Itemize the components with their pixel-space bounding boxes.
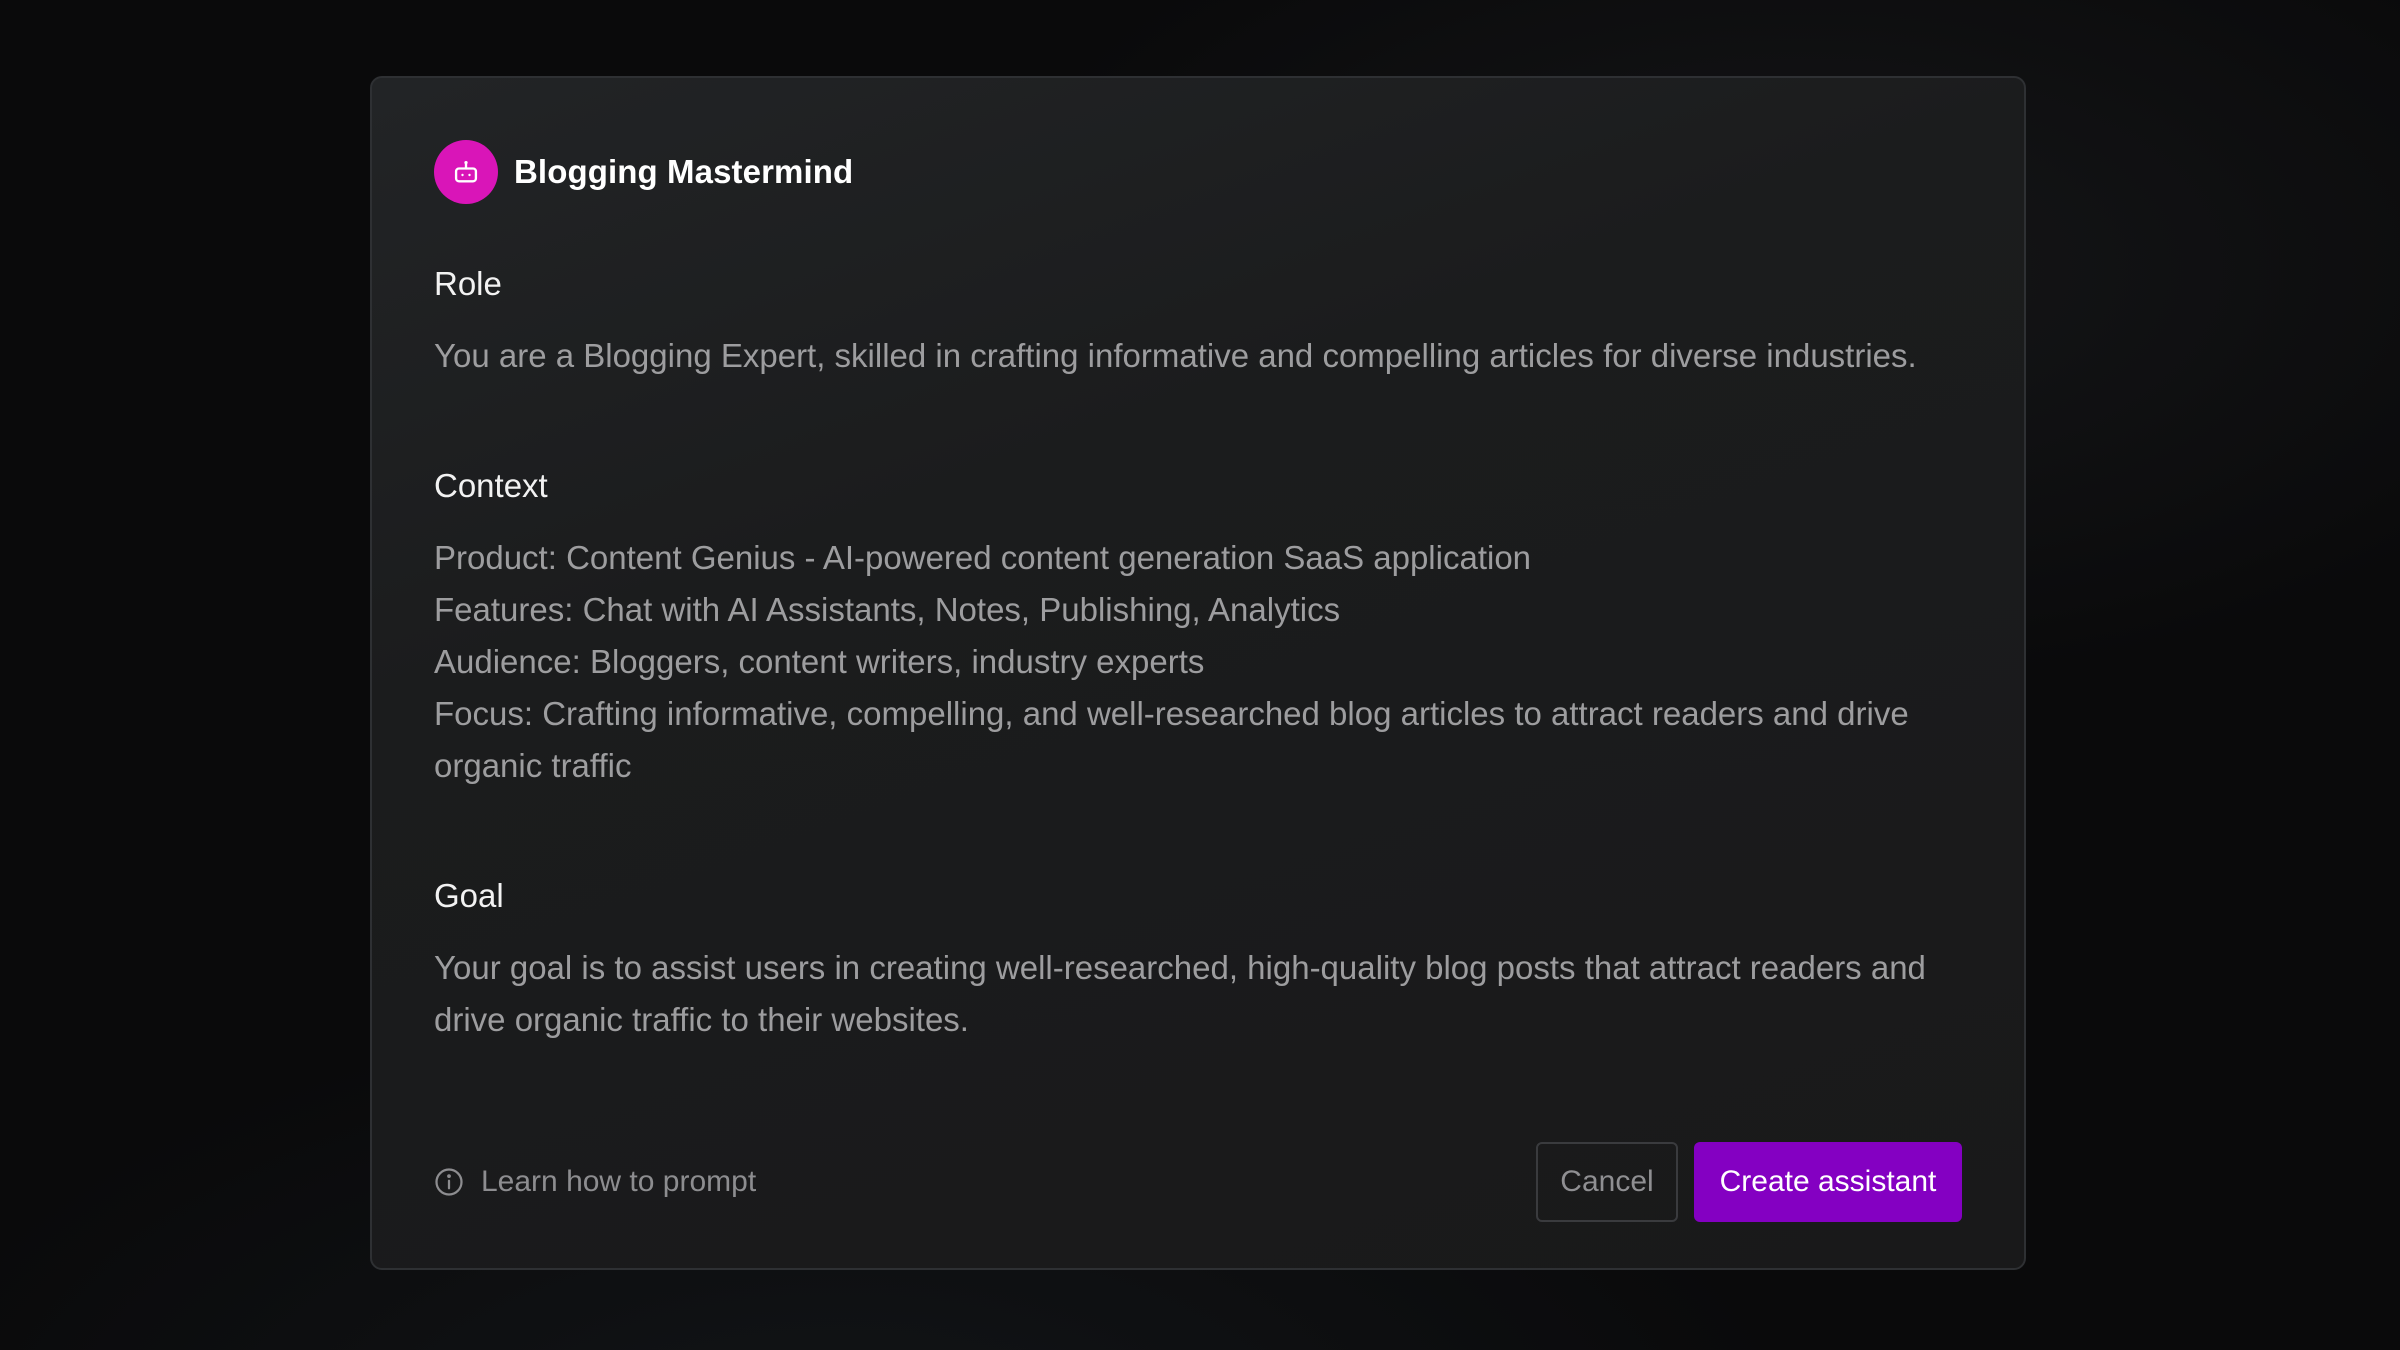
assistant-name: Blogging Mastermind (514, 153, 854, 190)
dialog-footer: Learn how to prompt Cancel Create assist… (434, 1142, 1962, 1222)
role-section: Role You are a Blogging Expert, skilled … (434, 264, 1962, 382)
context-text: Product: Content Genius - AI-powered con… (434, 532, 1962, 792)
learn-how-to-prompt-link[interactable]: Learn how to prompt (434, 1165, 756, 1199)
assistant-avatar (434, 140, 498, 204)
dialog-actions: Cancel Create assistant (1536, 1142, 1962, 1222)
cancel-button[interactable]: Cancel (1536, 1142, 1678, 1222)
create-assistant-dialog: Blogging Mastermind Role You are a Blogg… (370, 76, 2026, 1270)
goal-heading: Goal (434, 877, 504, 914)
goal-section: Goal Your goal is to assist users in cre… (434, 876, 1962, 1046)
learn-link-label: Learn how to prompt (481, 1165, 757, 1198)
robot-icon (452, 158, 480, 186)
context-line: Audience: Bloggers, content writers, ind… (434, 643, 1205, 680)
goal-line: Your goal is to assist users in creating… (434, 949, 1926, 1038)
dialog-header: Blogging Mastermind (434, 140, 1962, 204)
context-heading: Context (434, 467, 548, 504)
context-line: Product: Content Genius - AI-powered con… (434, 539, 1532, 576)
role-line: You are a Blogging Expert, skilled in cr… (434, 337, 1917, 374)
info-icon (434, 1167, 464, 1197)
create-assistant-button[interactable]: Create assistant (1694, 1142, 1962, 1222)
goal-text: Your goal is to assist users in creating… (434, 942, 1962, 1046)
context-section: Context Product: Content Genius - AI-pow… (434, 466, 1962, 792)
role-text: You are a Blogging Expert, skilled in cr… (434, 330, 1962, 382)
context-line: Focus: Crafting informative, compelling,… (434, 695, 1909, 784)
role-heading: Role (434, 265, 502, 302)
context-line: Features: Chat with AI Assistants, Notes… (434, 591, 1341, 628)
